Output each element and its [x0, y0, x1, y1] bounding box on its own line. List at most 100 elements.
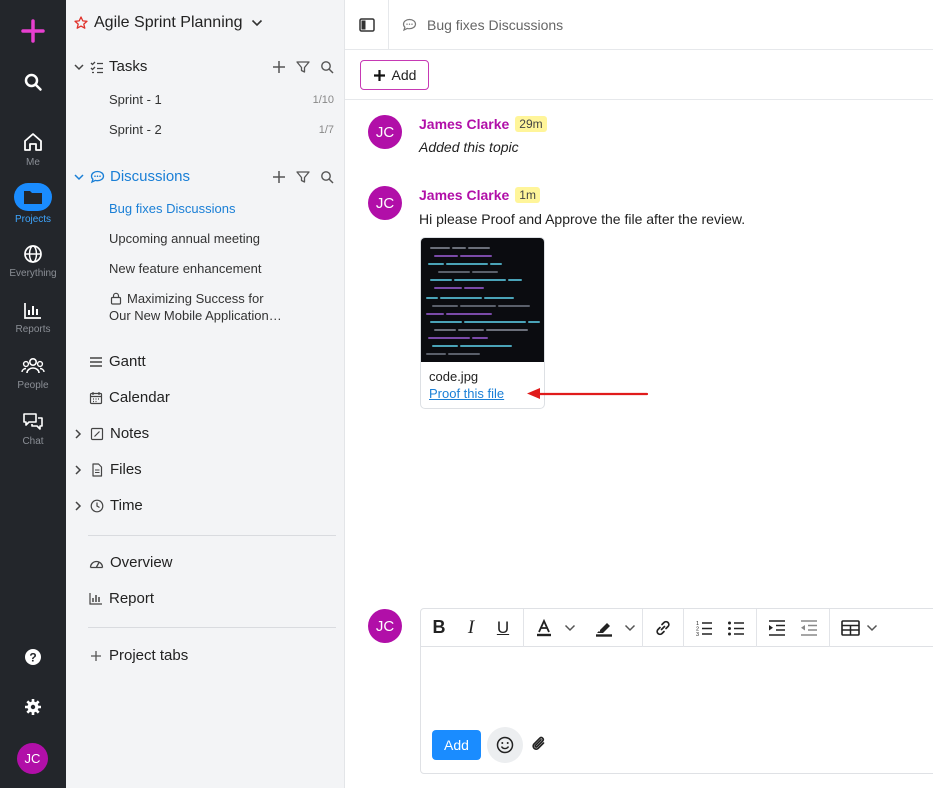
highlight-button[interactable] — [590, 614, 618, 642]
tool-gantt[interactable]: Gantt — [89, 353, 334, 370]
chevron-down-icon[interactable] — [866, 624, 878, 632]
paperclip-icon — [532, 736, 545, 750]
bullet-list-button[interactable] — [722, 614, 750, 642]
add-icon[interactable] — [272, 60, 286, 74]
avatar[interactable]: JC — [368, 609, 402, 643]
message-header: James Clarke 1m — [419, 187, 540, 203]
numbered-list-button[interactable]: 123 — [690, 614, 718, 642]
outdent-button[interactable] — [795, 614, 823, 642]
rail-item-me[interactable]: Me — [0, 131, 66, 168]
svg-text:3: 3 — [696, 632, 699, 637]
chevron-down-icon[interactable] — [624, 624, 636, 632]
chevron-down-icon[interactable] — [564, 624, 576, 632]
message-author[interactable]: James Clarke — [419, 187, 509, 203]
create-button[interactable] — [0, 18, 66, 44]
attachment-card[interactable]: code.jpg Proof this file — [420, 237, 545, 409]
discussion-item[interactable]: New feature enhancement — [109, 261, 334, 276]
link-icon — [656, 620, 670, 635]
text-color-button[interactable] — [530, 614, 558, 642]
send-button[interactable]: Add — [432, 730, 481, 760]
user-avatar[interactable]: JC — [17, 743, 48, 774]
rail-item-chat[interactable]: Chat — [0, 412, 66, 447]
table-button[interactable] — [836, 614, 864, 642]
proof-file-link[interactable]: Proof this file — [429, 386, 504, 401]
rail-item-reports[interactable]: Reports — [0, 300, 66, 335]
chevron-right-icon — [75, 464, 82, 475]
underline-button[interactable]: U — [489, 614, 517, 642]
help-icon: ? — [25, 649, 41, 665]
formatting-toolbar: B I U 123 — [421, 608, 933, 647]
attach-button[interactable] — [531, 735, 547, 758]
filter-icon[interactable] — [296, 170, 310, 184]
search-button[interactable] — [0, 72, 66, 92]
add-button[interactable]: Add — [360, 60, 429, 90]
settings-button[interactable] — [0, 698, 66, 716]
chevron-right-icon — [75, 428, 82, 439]
avatar[interactable]: JC — [368, 115, 402, 149]
tool-label: Gantt — [109, 353, 146, 370]
add-icon[interactable] — [272, 170, 286, 184]
message-text: Hi please Proof and Approve the file aft… — [419, 211, 746, 227]
project-title-row[interactable]: Agile Sprint Planning — [74, 14, 334, 32]
user-avatar-initials: JC — [24, 751, 41, 766]
message-author[interactable]: James Clarke — [419, 116, 509, 132]
discussion-item-active[interactable]: Bug fixes Discussions — [109, 201, 334, 216]
task-list-item[interactable]: Sprint - 1 1/10 — [109, 92, 334, 107]
speech-bubble-icon — [402, 18, 417, 31]
emoji-button[interactable] — [487, 727, 523, 763]
indent-button[interactable] — [763, 614, 791, 642]
chat-icon — [23, 413, 43, 430]
discussions-label: Discussions — [110, 168, 191, 185]
view-label: Report — [109, 590, 155, 607]
people-icon — [21, 357, 45, 374]
link-button[interactable] — [649, 614, 677, 642]
italic-button[interactable]: I — [457, 614, 485, 642]
project-title: Agile Sprint Planning — [94, 14, 243, 31]
tool-notes[interactable]: Notes — [74, 425, 334, 442]
underline-icon: U — [496, 617, 510, 637]
discussion-panel: Bug fixes Discussions Add JC James Clark… — [345, 0, 933, 788]
discussion-item-private[interactable]: Maximizing Success for Our New Mobile Ap… — [109, 290, 282, 324]
toggle-sidebar-button[interactable] — [345, 0, 389, 50]
bar-chart-icon — [24, 303, 41, 319]
tool-files[interactable]: Files — [74, 461, 334, 478]
tool-calendar[interactable]: Calendar — [89, 389, 334, 406]
search-icon[interactable] — [320, 170, 334, 184]
task-list-icon — [90, 61, 103, 73]
tool-label: Files — [110, 461, 142, 478]
action-bar: Add — [345, 50, 933, 100]
breadcrumb-title: Bug fixes Discussions — [427, 16, 564, 33]
rail-label-chat: Chat — [22, 436, 44, 447]
message: JC — [368, 115, 402, 149]
tasks-group-header[interactable]: Tasks — [74, 58, 334, 75]
rail-label-people: People — [17, 380, 49, 391]
filter-icon[interactable] — [296, 60, 310, 74]
composer-avatar-wrap: JC — [368, 609, 402, 643]
avatar-initials: JC — [375, 123, 395, 141]
message-composer: B I U 123 Add — [420, 608, 933, 774]
rail-item-everything[interactable]: Everything — [0, 244, 66, 279]
attachment-thumbnail[interactable] — [421, 238, 544, 362]
tool-time[interactable]: Time — [74, 497, 334, 514]
avatar[interactable]: JC — [368, 186, 402, 220]
rail-item-people[interactable]: People — [0, 356, 66, 391]
tool-label: Time — [110, 497, 143, 514]
sidebar-divider — [88, 535, 336, 536]
search-icon[interactable] — [320, 60, 334, 74]
discussions-group-header[interactable]: Discussions — [74, 168, 334, 185]
add-icon — [91, 650, 101, 661]
view-report[interactable]: Report — [89, 590, 334, 607]
help-button[interactable]: ? — [0, 648, 66, 666]
task-list-label: Sprint - 2 — [109, 122, 162, 137]
view-overview[interactable]: Overview — [89, 554, 334, 571]
bold-icon: B — [432, 617, 446, 637]
project-tabs-button[interactable]: Project tabs — [90, 647, 334, 664]
rail-item-projects[interactable]: Projects — [0, 183, 66, 225]
composer-text-area[interactable] — [421, 648, 933, 723]
task-list-item[interactable]: Sprint - 2 1/7 — [109, 122, 334, 137]
star-icon[interactable] — [74, 16, 88, 30]
rail-label-reports: Reports — [15, 324, 51, 335]
discussion-label: Maximizing Success for — [127, 291, 264, 306]
discussion-item[interactable]: Upcoming annual meeting — [109, 231, 334, 246]
bold-button[interactable]: B — [425, 614, 453, 642]
